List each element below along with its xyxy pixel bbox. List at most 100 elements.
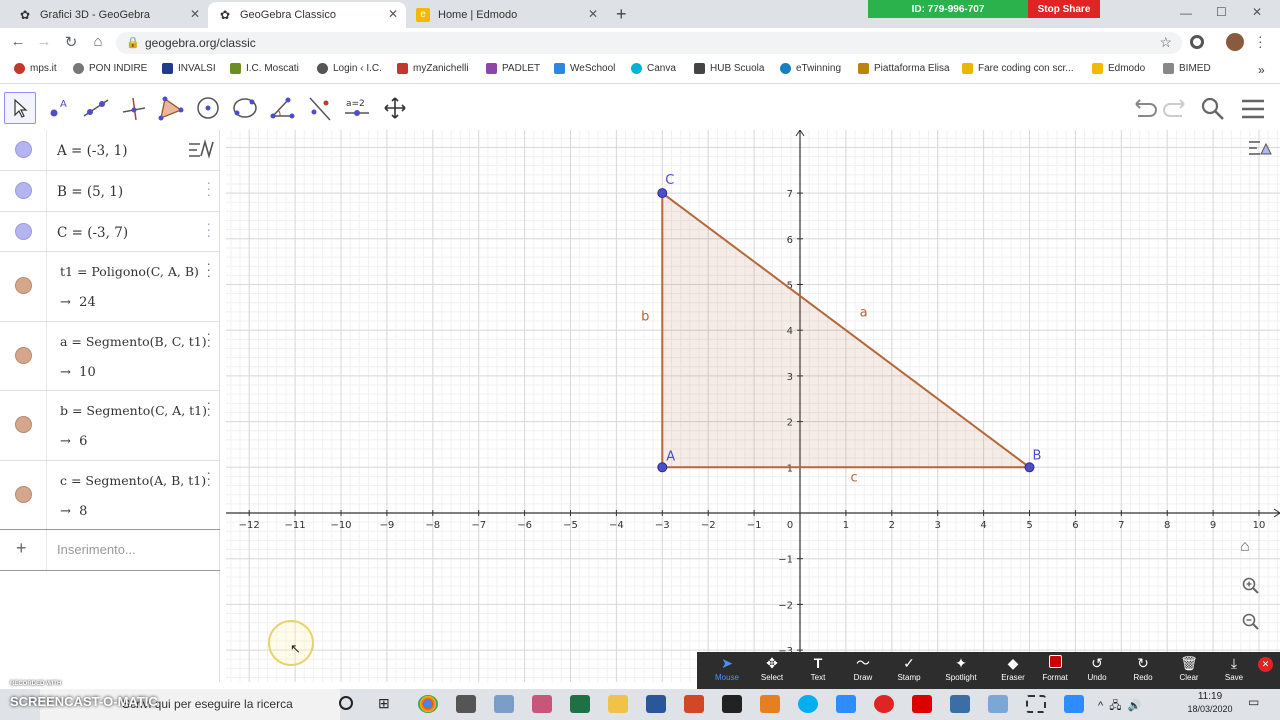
algebra-definition[interactable]: a = Segmento(B, C, t1) — [60, 334, 207, 349]
bookmark-item[interactable]: myZanichelli — [397, 63, 469, 74]
file-explorer-icon[interactable] — [608, 695, 628, 713]
graphics-canvas[interactable]: −12 −11 −10 −9 −8 −7 −6 −5 −4 −3 −2 −1 0 1 2 3 4 5 6 7 8 9 107… — [226, 129, 1280, 682]
calculator-icon[interactable] — [456, 695, 476, 713]
bookmark-item[interactable]: PADLET — [486, 63, 540, 74]
ellipse-tool-icon[interactable] — [229, 92, 261, 124]
graphics-view[interactable]: −12 −11 −10 −9 −8 −7 −6 −5 −4 −3 −2 −1 0 1 2 3 4 5 6 7 8 9 10 7… — [226, 129, 1280, 682]
powerpoint-icon[interactable] — [684, 695, 704, 713]
photos-icon[interactable] — [950, 695, 970, 713]
close-tab-icon[interactable]: ✕ — [588, 7, 598, 21]
new-tab-button[interactable]: + — [616, 4, 627, 25]
browser-menu-icon[interactable]: · · · — [1258, 29, 1263, 53]
address-bar[interactable]: 🔒 geogebra.org/classic ☆ — [116, 32, 1182, 54]
text-tool-button[interactable]: T Text — [795, 655, 841, 682]
add-icon[interactable]: + — [16, 538, 27, 559]
row-menu-icon[interactable]: · · · — [206, 465, 211, 491]
visibility-toggle[interactable] — [15, 223, 32, 240]
undo-icon[interactable] — [1130, 96, 1158, 125]
line-tool-icon[interactable] — [80, 92, 112, 124]
close-tab-icon[interactable]: ✕ — [190, 7, 200, 21]
select-tool-button[interactable]: ✥ Select — [749, 655, 795, 682]
paint-icon[interactable] — [494, 695, 514, 713]
bookmark-item[interactable]: mps.it — [14, 63, 57, 74]
bookmark-item[interactable]: eTwinning — [780, 63, 841, 74]
system-tray-icons[interactable]: ^ 🖧 🔊 — [1098, 697, 1141, 716]
app-icon[interactable] — [532, 695, 552, 713]
circle-tool-icon[interactable] — [192, 92, 224, 124]
bookmark-item[interactable]: HUB Scuola — [694, 63, 764, 74]
format-tool-button[interactable]: Format — [1032, 655, 1078, 682]
search-icon[interactable] — [1200, 96, 1226, 127]
mouse-tool-button[interactable]: ➤ Mouse — [704, 655, 750, 682]
algebra-row[interactable]: a = Segmento(B, C, t1) → 10 · · · — [0, 322, 220, 391]
bookmark-star-icon[interactable]: ☆ — [1159, 34, 1172, 51]
skype-icon[interactable] — [798, 695, 818, 713]
angle-tool-icon[interactable] — [266, 92, 298, 124]
bookmarks-more-icon[interactable]: » — [1258, 63, 1265, 77]
bookmark-item[interactable]: BIMED — [1163, 63, 1211, 74]
clear-annotation-button[interactable]: 🗑 Clear — [1166, 655, 1212, 682]
bookmark-item[interactable]: PON INDIRE — [73, 63, 147, 74]
bookmark-item[interactable]: Fare coding con scr... — [962, 63, 1074, 74]
bookmark-item[interactable]: Canva — [631, 63, 676, 74]
move-graphics-tool-icon[interactable] — [379, 92, 411, 124]
algebra-row[interactable]: t1 = Poligono(C, A, B) → 24 · · · — [0, 252, 220, 322]
eraser-tool-button[interactable]: ◆ Eraser — [990, 655, 1036, 682]
visibility-toggle[interactable] — [15, 347, 32, 364]
zoom-meeting-icon[interactable] — [1064, 695, 1084, 713]
row-menu-icon[interactable]: · · · — [206, 326, 211, 352]
snipping-icon[interactable] — [1026, 695, 1046, 713]
bookmark-item[interactable]: INVALSI — [162, 63, 216, 74]
excel-icon[interactable] — [570, 695, 590, 713]
visibility-toggle[interactable] — [15, 182, 32, 199]
chrome-icon[interactable] — [418, 695, 438, 713]
reload-icon[interactable]: ↻ — [61, 33, 81, 51]
zoom-out-icon[interactable] — [1242, 613, 1260, 636]
slider-tool-icon[interactable]: a=2 — [341, 92, 373, 124]
bookmark-item[interactable]: WeSchool — [554, 63, 615, 74]
bookmark-item[interactable]: Login ‹ I.C. — [317, 63, 382, 74]
algebra-definition[interactable]: B = (5, 1) — [57, 184, 123, 200]
tab-grafici-3d[interactable]: ✿ Grafici 3D - GeoGebra ✕ — [8, 2, 208, 28]
point-tool-icon[interactable]: A — [43, 92, 75, 124]
redo-annotation-button[interactable]: ↻ Redo — [1120, 655, 1166, 682]
close-tab-icon[interactable]: ✕ — [388, 7, 398, 21]
cortana-icon[interactable] — [339, 696, 353, 710]
stop-share-button[interactable]: Stop Share — [1028, 0, 1100, 18]
back-icon[interactable]: ← — [8, 33, 28, 50]
zoom-app-icon[interactable] — [836, 695, 856, 713]
graphics-style-bar-icon[interactable] — [1246, 134, 1276, 165]
spotlight-tool-button[interactable]: ✦ Spotlight — [938, 655, 984, 682]
reflect-tool-icon[interactable] — [304, 92, 336, 124]
stamp-tool-button[interactable]: ✓ Stamp — [886, 655, 932, 682]
zoom-in-icon[interactable] — [1242, 577, 1260, 600]
profile-avatar[interactable] — [1226, 33, 1244, 51]
task-view-icon[interactable]: ⊞ — [378, 695, 390, 712]
undo-annotation-button[interactable]: ↺ Undo — [1074, 655, 1120, 682]
tab-edmodo[interactable]: e Home | Edmodo ✕ — [406, 2, 606, 28]
bookmark-item[interactable]: Edmodo — [1092, 63, 1145, 74]
home-icon[interactable]: ⌂ — [88, 33, 108, 50]
close-window-icon[interactable]: ✕ — [1252, 5, 1262, 19]
draw-tool-button[interactable]: 〜 Draw — [840, 655, 886, 682]
7zip-icon[interactable] — [722, 695, 742, 713]
home-view-icon[interactable]: ⌂ — [1240, 538, 1250, 556]
tab-geogebra-classico[interactable]: ✿ GeoGebra Classico ✕ — [208, 2, 406, 28]
algebra-row[interactable]: b = Segmento(C, A, t1) → 6 · · · — [0, 391, 220, 461]
algebra-row[interactable]: A = (-3, 1) — [0, 130, 220, 171]
algebra-row[interactable]: C = (-3, 7) · · · — [0, 212, 220, 252]
visibility-toggle[interactable] — [15, 486, 32, 503]
app-icon[interactable] — [988, 695, 1008, 713]
scratch-icon[interactable] — [760, 695, 780, 713]
algebra-row[interactable]: B = (5, 1) · · · — [0, 171, 220, 212]
algebra-input-row[interactable]: + Inserimento... — [0, 530, 220, 571]
record-icon[interactable] — [874, 695, 894, 713]
extension-icon[interactable] — [1190, 35, 1204, 49]
minimize-icon[interactable]: — — [1180, 6, 1192, 20]
word-icon[interactable] — [646, 695, 666, 713]
visibility-toggle[interactable] — [15, 277, 32, 294]
maximize-icon[interactable]: ☐ — [1216, 5, 1227, 19]
algebra-style-bar-icon[interactable] — [186, 136, 216, 167]
perpendicular-tool-icon[interactable] — [117, 92, 149, 124]
notifications-icon[interactable]: ▭ — [1248, 695, 1259, 709]
